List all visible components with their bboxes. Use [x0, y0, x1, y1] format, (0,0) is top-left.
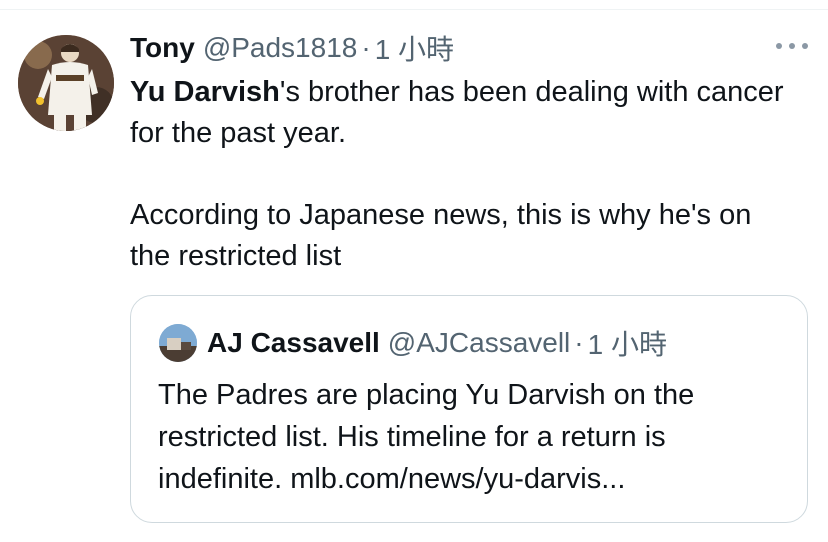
quoted-text: The Padres are placing Yu Darvish on the… — [158, 379, 695, 495]
quoted-header: AJ Cassavell @AJCassavell · 1 小時 — [207, 324, 667, 362]
quoted-author-handle[interactable]: @AJCassavell — [388, 327, 570, 359]
top-divider — [0, 9, 828, 10]
author-name[interactable]: Tony — [130, 32, 195, 64]
tweet-timestamp[interactable]: 1 小時 — [375, 28, 454, 68]
more-dot — [789, 43, 795, 49]
quoted-avatar-image — [159, 324, 197, 362]
quoted-author-name[interactable]: AJ Cassavell — [207, 327, 380, 359]
more-horizontal-icon[interactable] — [776, 36, 808, 56]
tweet-header: Tony @Pads1818 · 1 小時 — [130, 30, 788, 66]
tweet-text: Yu Darvish's brother has been dealing wi… — [130, 72, 790, 277]
quoted-timestamp[interactable]: 1 小時 — [588, 323, 667, 363]
avatar[interactable] — [18, 35, 114, 131]
tweet-paragraph-1: Yu Darvish's brother has been dealing wi… — [130, 72, 790, 154]
quoted-separator-dot: · — [574, 327, 584, 358]
avatar-image — [18, 35, 114, 131]
quoted-avatar[interactable] — [159, 324, 197, 362]
more-dot — [802, 43, 808, 49]
mention-bold: Yu Darvish — [130, 76, 280, 108]
more-dot — [776, 43, 782, 49]
separator-dot: · — [361, 32, 371, 63]
author-handle[interactable]: @Pads1818 — [203, 32, 358, 64]
tweet-paragraph-2: According to Japanese news, this is why … — [130, 199, 752, 272]
quoted-tweet-card[interactable]: AJ Cassavell @AJCassavell · 1 小時 The Pad… — [130, 295, 808, 523]
